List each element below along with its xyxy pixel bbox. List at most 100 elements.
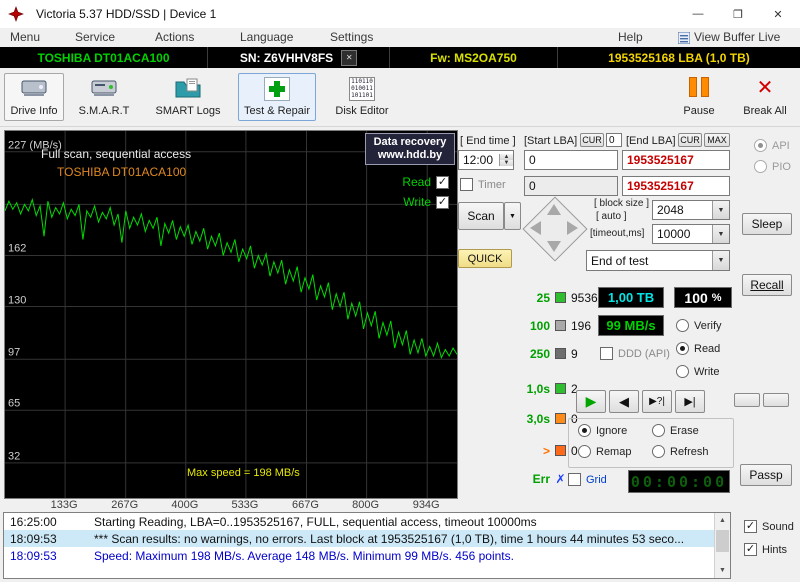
y-axis-label: 65 (8, 397, 21, 410)
x-axis-label: 934G (412, 499, 440, 511)
write-check-row: Write ✓ (403, 195, 449, 209)
jog-up-icon[interactable] (547, 204, 561, 215)
y-axis-label: 130 (8, 293, 27, 306)
jog-right-icon[interactable] (567, 221, 578, 235)
dropdown-icon[interactable]: ▼ (712, 225, 729, 243)
verify-option: Verify (676, 319, 722, 332)
pio-radio[interactable] (754, 160, 767, 173)
grid-checkbox[interactable] (568, 473, 581, 486)
log-row[interactable]: 18:09:53 Speed: Maximum 198 MB/s. Averag… (4, 547, 730, 564)
test-repair-button[interactable]: Test & Repair (238, 73, 316, 121)
menu-item-help[interactable]: Help (618, 30, 643, 44)
log-row-selected[interactable]: 18:09:53 *** Scan results: no warnings, … (4, 530, 730, 547)
menu-item-language[interactable]: Language (240, 30, 293, 44)
skip-end-button[interactable]: ▶| (675, 390, 705, 413)
write-checkbox[interactable]: ✓ (436, 195, 449, 209)
mini-button-1[interactable] (734, 393, 760, 407)
timeout-label: [timeout,ms] (590, 228, 645, 239)
scroll-down-icon[interactable]: ▼ (715, 563, 730, 578)
erase-radio[interactable] (652, 424, 665, 437)
timer-option: Timer (460, 178, 506, 191)
recall-button[interactable]: Recall (742, 274, 792, 296)
block-size-combo[interactable]: 2048 ▼ (652, 200, 730, 220)
end-time-spinner[interactable]: 12:00 ▲ ▼ (458, 150, 514, 170)
write-radio[interactable] (676, 365, 689, 378)
smart-logs-button[interactable]: SMART Logs (150, 73, 226, 121)
check-icon: ✓ (437, 175, 448, 188)
x-axis-label: 667G (292, 499, 319, 511)
check-icon: ✓ (437, 195, 448, 208)
step-back-button[interactable]: ◀ (609, 390, 639, 413)
dropdown-icon[interactable]: ▼ (712, 251, 729, 270)
jog-pad[interactable] (522, 196, 588, 262)
end-lba-cur-button[interactable]: CUR (678, 133, 702, 147)
timeout-combo[interactable]: 10000 ▼ (652, 224, 730, 244)
seek-button[interactable]: ▶?| (642, 390, 672, 413)
device-serial: SN: Z6VHHV8FS (239, 50, 334, 65)
disk-editor-button[interactable]: 110110 010011 101101 Disk Editor (330, 73, 394, 121)
timer-end-lba-input[interactable]: 1953525167 (622, 176, 730, 196)
x-axis-label: 533G (231, 499, 259, 511)
sound-checkbox[interactable]: ✓ (744, 520, 757, 533)
verify-radio[interactable] (676, 319, 689, 332)
scan-button[interactable]: Scan (458, 202, 504, 230)
max-speed-note: Max speed = 198 MB/s (187, 467, 300, 479)
api-radio[interactable] (754, 139, 767, 152)
mini-button-2[interactable] (763, 393, 789, 407)
timer-value-input[interactable]: 0 (524, 176, 618, 196)
x-axis-labels: 133G 267G 400G 533G 667G 800G 934G (4, 499, 456, 512)
jog-down-icon[interactable] (547, 241, 561, 252)
serial-close-icon[interactable]: ✕ (341, 49, 358, 66)
refresh-radio[interactable] (652, 445, 665, 458)
end-lba-input[interactable]: 1953525167 (622, 150, 730, 170)
spin-down-icon[interactable]: ▼ (500, 160, 513, 166)
latency-bucket-swatch (555, 383, 566, 394)
scroll-up-icon[interactable]: ▲ (715, 513, 730, 528)
device-model-segment: TOSHIBA DT01ACA100 (0, 47, 208, 68)
break-all-button[interactable]: ✕ Break All (736, 73, 794, 121)
device-firmware: Fw: MS2OA750 (430, 50, 517, 65)
menu-item-menu[interactable]: Menu (10, 30, 40, 44)
minimize-button[interactable]: — (678, 0, 718, 28)
log-scrollbar[interactable]: ▲ ▼ (714, 513, 730, 578)
ignore-radio[interactable] (578, 424, 591, 437)
read-radio[interactable] (676, 342, 689, 355)
view-buffer-live[interactable]: View Buffer Live (694, 30, 780, 44)
end-of-test-combo[interactable]: End of test ▼ (586, 250, 730, 271)
hints-checkbox[interactable]: ✓ (744, 543, 757, 556)
jog-left-icon[interactable] (530, 221, 541, 235)
start-lba-cur-button[interactable]: CUR (580, 133, 604, 147)
hints-option: ✓ Hints (744, 543, 788, 556)
timer-checkbox[interactable] (460, 178, 473, 191)
read-checkbox[interactable]: ✓ (436, 175, 449, 189)
graph-model-label: TOSHIBA DT01ACA100 (57, 165, 187, 179)
lba-step-box[interactable]: 0 (606, 133, 622, 147)
end-lba-max-button[interactable]: MAX (704, 133, 730, 147)
scan-dropdown-button[interactable]: ▼ (504, 202, 521, 230)
ddd-checkbox[interactable] (600, 347, 613, 360)
smart-button[interactable]: S.M.A.R.T (72, 73, 136, 121)
quick-button[interactable]: QUICK (458, 249, 512, 268)
maximize-button[interactable]: ❐ (718, 0, 758, 28)
menu-item-service[interactable]: Service (75, 30, 115, 44)
menu-item-actions[interactable]: Actions (155, 30, 194, 44)
passp-button[interactable]: Passp (740, 464, 792, 486)
auto-label: [ auto ] (596, 211, 627, 222)
drive-info-button[interactable]: Drive Info (4, 73, 64, 121)
start-lba-input[interactable]: 0 (524, 150, 618, 170)
green-cross-icon (264, 77, 290, 101)
close-button[interactable]: ✕ (758, 0, 798, 28)
time-spinner-arrows[interactable]: ▲ ▼ (499, 154, 513, 166)
sleep-button[interactable]: Sleep (742, 213, 792, 235)
scroll-thumb[interactable] (716, 530, 729, 552)
dropdown-icon[interactable]: ▼ (712, 201, 729, 219)
menu-item-settings[interactable]: Settings (330, 30, 373, 44)
app-window: Victoria 5.37 HDD/SSD | Device 1 — ❐ ✕ M… (0, 0, 800, 582)
log-row[interactable]: 16:25:00 Starting Reading, LBA=0..195352… (4, 513, 730, 530)
speed-bucket-swatch (555, 320, 566, 331)
binary-editor-icon: 110110 010011 101101 (349, 77, 375, 101)
read-label: Read (402, 175, 431, 189)
pause-button[interactable]: Pause (674, 73, 724, 121)
remap-radio[interactable] (578, 445, 591, 458)
play-button[interactable]: ▶ (576, 390, 606, 413)
